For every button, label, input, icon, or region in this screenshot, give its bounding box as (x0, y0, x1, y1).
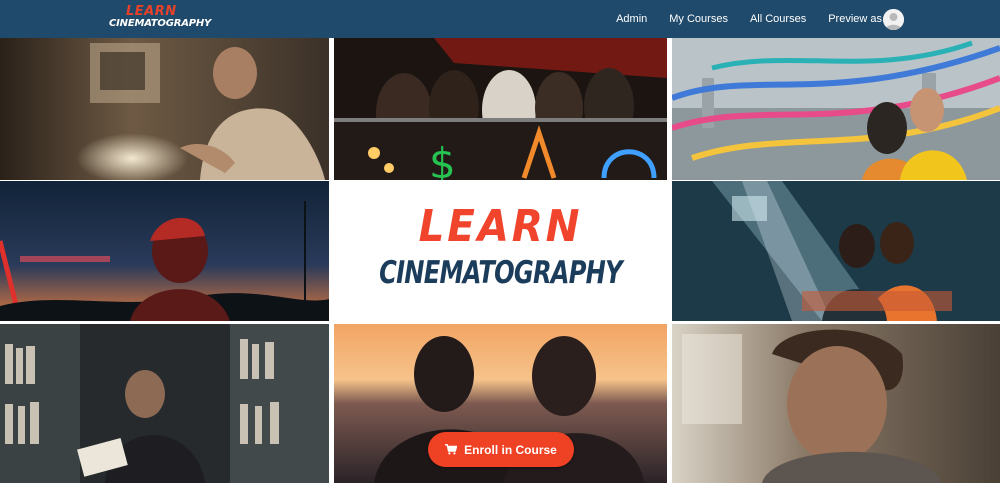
image-library-reader (0, 324, 329, 483)
image-pianist (0, 38, 329, 180)
nav-admin[interactable]: Admin (605, 13, 658, 25)
brand-logo[interactable]: LEARN CINEMATOGRAPHY (109, 4, 212, 29)
top-navbar: LEARN CINEMATOGRAPHY Admin My Courses Al… (0, 0, 1000, 38)
enroll-in-course-button[interactable]: Enroll in Course (428, 432, 574, 467)
image-car-light-beams (672, 181, 1000, 321)
hero-title-learn: LEARN (418, 201, 583, 252)
nav-my-courses[interactable]: My Courses (658, 13, 739, 25)
hero-title-cinematography: CINEMATOGRAPHY (379, 255, 623, 291)
image-streamers-city (672, 38, 1000, 180)
image-club-crowd: $ (334, 38, 667, 180)
brand-logo-line1: LEARN (126, 4, 177, 19)
image-man-closeup (672, 324, 1000, 483)
image-sunset-portrait (0, 181, 329, 321)
user-silhouette-icon (883, 9, 904, 30)
main-nav: Admin My Courses All Courses Preview as (605, 0, 904, 38)
hero-image-grid: $ LEARN CINEMATOGRAPHY Enroll in Course (0, 38, 1000, 483)
shopping-cart-icon (445, 444, 458, 455)
user-avatar[interactable] (883, 9, 904, 30)
svg-text:$: $ (429, 139, 456, 180)
enroll-button-label: Enroll in Course (464, 442, 557, 457)
nav-all-courses[interactable]: All Courses (739, 13, 817, 25)
hero-title-panel: LEARN CINEMATOGRAPHY (334, 181, 667, 321)
nav-preview-as-label: Preview as (828, 13, 882, 25)
brand-logo-line2: CINEMATOGRAPHY (109, 18, 212, 29)
